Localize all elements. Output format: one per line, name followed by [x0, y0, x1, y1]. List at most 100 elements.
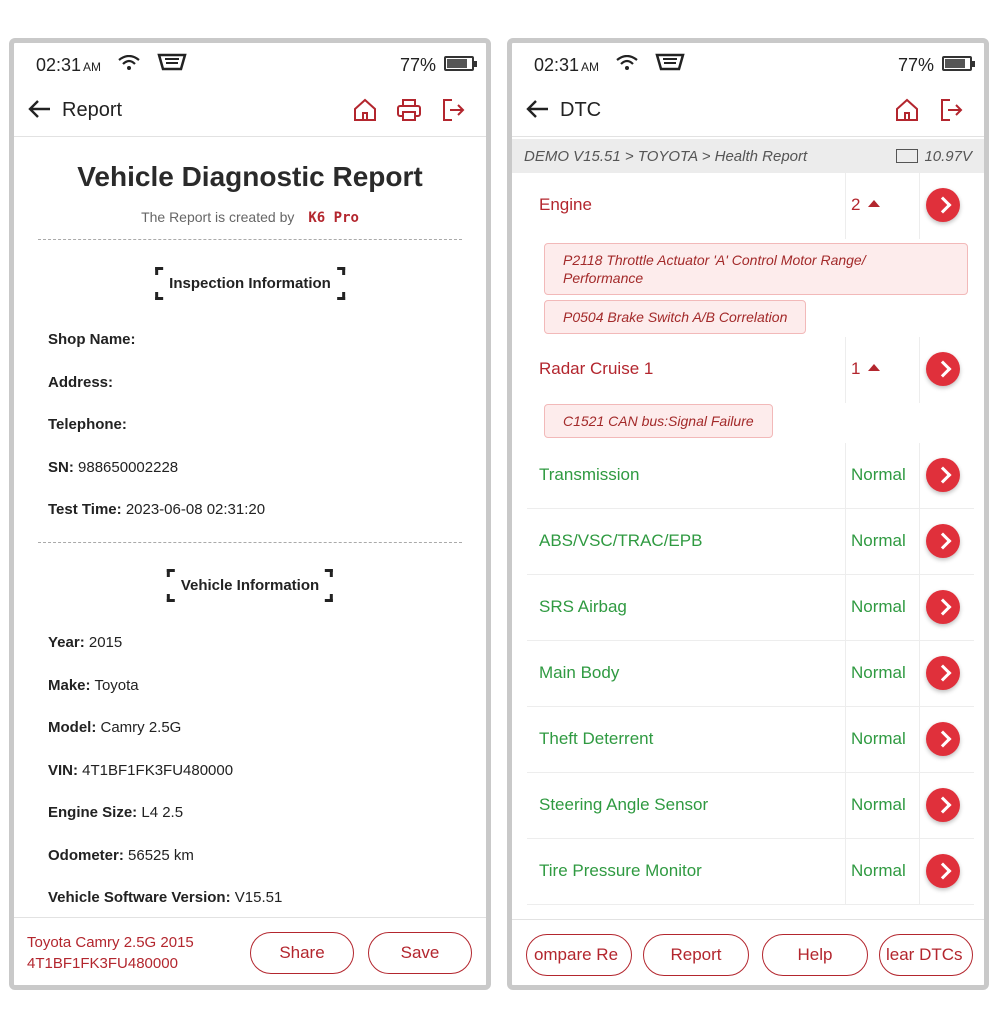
exit-icon[interactable]: [938, 97, 964, 123]
inspection-info-header: Inspection Information: [155, 267, 345, 300]
sn-field: SN: 988650002228: [48, 459, 179, 476]
telephone-field: Telephone:: [48, 416, 127, 433]
wifi-icon: [616, 54, 638, 76]
system-name: Transmission: [539, 465, 640, 484]
system-row[interactable]: SRS Airbag Normal: [527, 575, 974, 641]
system-status: Normal: [851, 729, 906, 748]
app-bar: Report: [14, 85, 486, 137]
open-system-button[interactable]: [926, 590, 960, 624]
system-name: Steering Angle Sensor: [539, 795, 709, 814]
open-system-button[interactable]: [926, 458, 960, 492]
collapse-arrow-icon: [868, 200, 881, 207]
vehicle-summary: Toyota Camry 2.5G 2015 4T1BF1FK3FU480000: [27, 934, 194, 972]
system-row[interactable]: ABS/VSC/TRAC/EPB Normal: [527, 509, 974, 575]
save-button[interactable]: Save: [368, 932, 472, 974]
open-system-button[interactable]: [926, 656, 960, 690]
status-time: 02:31 AM: [36, 55, 102, 75]
system-name: SRS Airbag: [539, 597, 627, 616]
dtc-footer: ompare Re Report Help lear DTCs: [512, 919, 984, 985]
system-row[interactable]: Theft Deterrent Normal: [527, 707, 974, 773]
system-name: ABS/VSC/TRAC/EPB: [539, 531, 703, 550]
address-field: Address:: [48, 374, 114, 391]
system-row[interactable]: Transmission Normal: [527, 443, 974, 509]
engine-size-field: Engine Size: L4 2.5: [48, 804, 184, 821]
system-list[interactable]: Engine 2 P2118 Throttle Actuator 'A' Con…: [512, 173, 984, 917]
back-arrow-icon[interactable]: [28, 99, 52, 124]
open-system-button[interactable]: [926, 188, 960, 222]
dtc-item: C1521 CAN bus:Signal Failure: [544, 404, 773, 438]
status-bar: 02:31 AM 77%: [512, 43, 984, 83]
shop-name-field: Shop Name:: [48, 331, 136, 348]
report-footer: Toyota Camry 2.5G 2015 4T1BF1FK3FU480000…: [14, 917, 486, 985]
collapse-arrow-icon: [868, 364, 881, 371]
exit-icon[interactable]: [440, 97, 466, 123]
page-title: Report: [62, 99, 123, 121]
share-button[interactable]: Share: [250, 932, 354, 974]
system-status: Normal: [851, 861, 906, 880]
system-status: Normal: [851, 465, 906, 484]
divider: [38, 239, 462, 240]
car-battery-icon: [896, 149, 919, 163]
open-system-button[interactable]: [926, 352, 960, 386]
battery-icon: [942, 56, 975, 71]
dtc-item: P2118 Throttle Actuator 'A' Control Moto…: [544, 243, 968, 295]
wifi-icon: [118, 54, 140, 76]
open-system-button[interactable]: [926, 524, 960, 558]
software-version-field: Vehicle Software Version: V15.51: [48, 889, 283, 906]
system-status: Normal: [851, 597, 906, 616]
year-field: Year: 2015: [48, 634, 123, 651]
compare-report-button[interactable]: ompare Re: [526, 934, 632, 976]
app-bar: DTC: [512, 85, 984, 137]
system-row-engine[interactable]: Engine 2: [527, 173, 974, 239]
system-name: Engine: [539, 195, 592, 214]
system-row[interactable]: Main Body Normal: [527, 641, 974, 707]
battery-percent: 77%: [897, 55, 934, 75]
report-title: Vehicle Diagnostic Report: [77, 161, 423, 192]
divider: [38, 542, 462, 543]
system-name: Tire Pressure Monitor: [539, 861, 702, 880]
odometer-field: Odometer: 56525 km: [48, 847, 194, 864]
print-icon[interactable]: [396, 97, 422, 123]
system-name: Radar Cruise 1: [539, 359, 654, 378]
dtc-count: 2: [851, 195, 881, 215]
system-name: Main Body: [539, 663, 620, 682]
dtc-screen: 02:31 AM 77% DTC DEMO V15.51 > TOYOTA > H…: [507, 38, 989, 990]
system-row[interactable]: Tire Pressure Monitor Normal: [527, 839, 974, 905]
dtc-item: P0504 Brake Switch A/B Correlation: [544, 300, 807, 334]
battery-percent: 77%: [399, 55, 436, 75]
clear-dtcs-button[interactable]: lear DTCs: [879, 934, 973, 976]
test-time-field: Test Time: 2023-06-08 02:31:20: [48, 501, 266, 518]
open-system-button[interactable]: [926, 722, 960, 756]
open-system-button[interactable]: [926, 788, 960, 822]
system-status: Normal: [851, 795, 906, 814]
make-field: Make: Toyota: [48, 677, 139, 694]
dtc-count: 1: [851, 359, 881, 379]
vehicle-info-header: Vehicle Information: [166, 569, 334, 602]
back-arrow-icon[interactable]: [526, 99, 550, 124]
report-created-by: The Report is created by K6 Pro: [141, 209, 359, 226]
status-bar: 02:31 AM 77%: [14, 43, 486, 83]
page-title: DTC: [560, 99, 602, 121]
battery-icon: [444, 56, 477, 71]
battery-voltage: 10.97V: [896, 148, 972, 165]
open-system-button[interactable]: [926, 854, 960, 888]
breadcrumb: DEMO V15.51 > TOYOTA > Health Report 10.…: [512, 139, 984, 173]
help-button[interactable]: Help: [762, 934, 868, 976]
system-status: Normal: [851, 531, 906, 550]
device-model: K6 Pro: [308, 210, 359, 226]
home-icon[interactable]: [352, 97, 378, 123]
report-screen: 02:31 AM 77% Report Vehicle Diagnostic Re…: [9, 38, 491, 990]
breadcrumb-path: DEMO V15.51 > TOYOTA > Health Report: [524, 148, 808, 165]
home-icon[interactable]: [894, 97, 920, 123]
system-status: Normal: [851, 663, 906, 682]
system-name: Theft Deterrent: [539, 729, 654, 748]
vci-connector-icon: [157, 53, 187, 76]
report-content[interactable]: Vehicle Diagnostic Report The Report is …: [14, 139, 486, 915]
vci-connector-icon: [655, 53, 685, 76]
system-row[interactable]: Steering Angle Sensor Normal: [527, 773, 974, 839]
system-row-radar-cruise[interactable]: Radar Cruise 1 1: [527, 337, 974, 403]
model-field: Model: Camry 2.5G: [48, 719, 182, 736]
status-time: 02:31 AM: [534, 55, 600, 75]
vin-field: VIN: 4T1BF1FK3FU480000: [48, 762, 234, 779]
report-button[interactable]: Report: [643, 934, 749, 976]
